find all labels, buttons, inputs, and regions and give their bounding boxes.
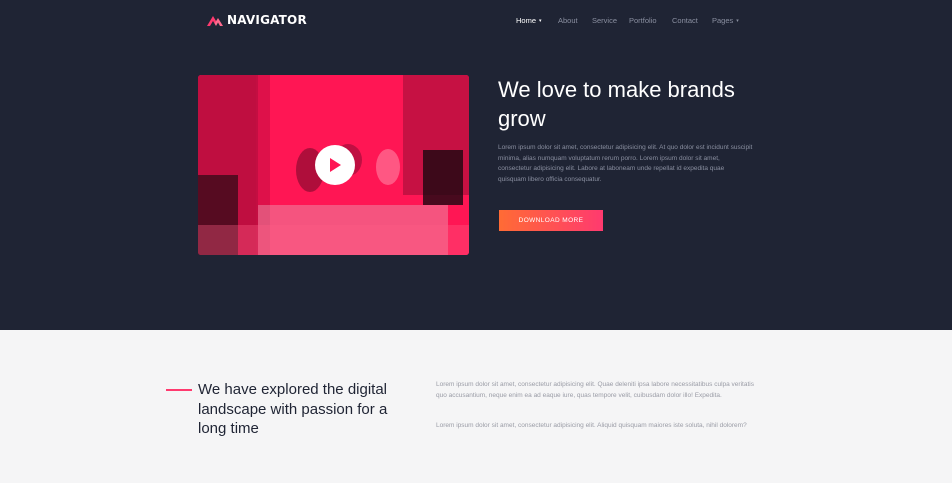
nav-item-service[interactable]: Service [592, 16, 617, 25]
about-title: We have explored the digital landscape w… [198, 381, 388, 437]
brand-logo[interactable]: NAVIGATOR [207, 13, 307, 27]
play-button[interactable] [315, 145, 355, 185]
nav-item-label: About [558, 16, 578, 25]
nav-item-label: Home [516, 16, 537, 25]
nav-item-pages[interactable]: Pages ▾ [712, 16, 739, 25]
nav-item-label: Pages [712, 16, 734, 25]
about-paragraph-1: Lorem ipsum dolor sit amet, consectetur … [436, 381, 754, 399]
nav-item-contact[interactable]: Contact [672, 16, 698, 25]
about-section [0, 330, 952, 483]
hero-description: Lorem ipsum dolor sit amet, consectetur … [498, 144, 753, 183]
nav-item-home[interactable]: Home ▾ [516, 16, 542, 25]
nav-item-label: Portfolio [629, 16, 657, 25]
hero-section: NAVIGATOR Home ▾ About Service Portfolio… [0, 0, 952, 330]
about-paragraph-2: Lorem ipsum dolor sit amet, consectetur … [436, 422, 747, 429]
chevron-down-icon: ▾ [539, 17, 542, 24]
nav-item-portfolio[interactable]: Portfolio [629, 16, 657, 25]
download-more-button[interactable]: DOWNLOAD MORE [499, 210, 603, 231]
nav-item-label: Service [592, 16, 618, 25]
hero-title: We love to make brands grow [498, 77, 735, 131]
play-icon [330, 158, 341, 172]
brand-name: NAVIGATOR [227, 13, 307, 27]
nav-item-label: Contact [672, 16, 698, 25]
accent-divider [166, 389, 192, 391]
mountain-logo-icon [207, 14, 225, 26]
nav-item-about[interactable]: About [558, 16, 578, 25]
chevron-down-icon: ▾ [736, 17, 739, 24]
